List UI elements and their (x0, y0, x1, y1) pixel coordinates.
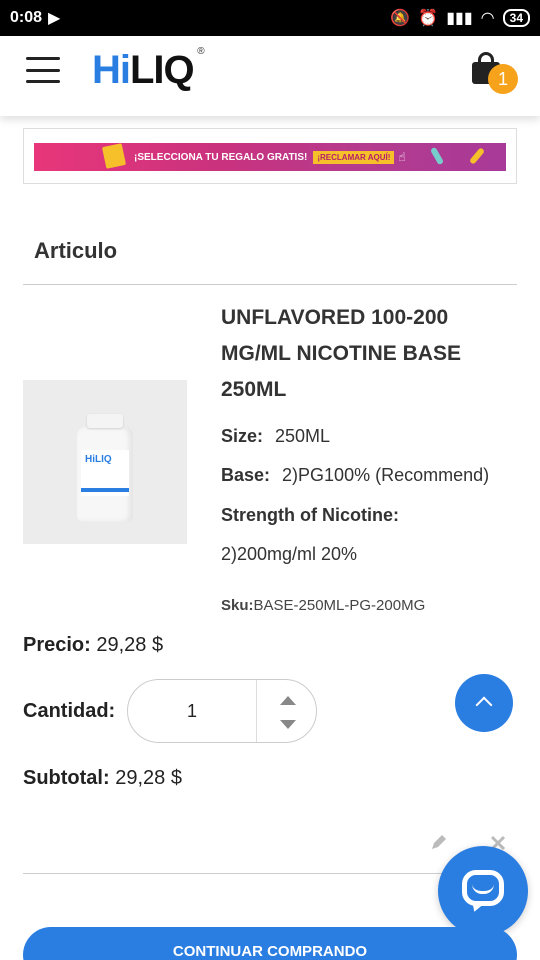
promo-cta[interactable]: ¡RECLAMAR AQUÍ! (313, 150, 395, 164)
status-bar: 0:08 ▶ 🔕 ⏰ ▮▮▮ ◠ 34 (0, 0, 540, 36)
alarm-icon: ⏰ (418, 10, 439, 27)
section-title: Articulo (34, 238, 118, 263)
play-store-icon: ▶ (48, 10, 61, 27)
promo-banner-container: ¡SELECCIONA TU REGALO GRATIS! ¡RECLAMAR … (23, 128, 517, 184)
divider (23, 284, 517, 285)
quantity-input[interactable]: 1 (128, 680, 256, 742)
continue-shopping-button[interactable]: CONTINUAR COMPRANDO (23, 927, 517, 960)
signal-icon: ▮▮▮ (446, 10, 473, 27)
promo-text: ¡SELECCIONA TU REGALO GRATIS! (134, 151, 308, 163)
attr-strength-label: Strength of Nicotine: (221, 505, 399, 525)
subtotal-row: Subtotal: 29,28 $ (23, 767, 182, 789)
attr-size: Size: 250ML (221, 426, 331, 446)
pointer-icon: ☝ (398, 150, 406, 164)
attr-strength-value: 2)200mg/ml 20% (221, 544, 358, 564)
chat-button[interactable] (438, 846, 528, 936)
battery-indicator: 34 (502, 9, 530, 27)
gift-icon (101, 143, 127, 169)
quantity-stepper[interactable]: 1 (127, 679, 317, 743)
app-header: HiLIQ ® 1 (0, 36, 540, 116)
decrement-icon[interactable] (280, 720, 296, 729)
mute-icon: 🔕 (390, 10, 411, 27)
chevron-up-icon (475, 696, 493, 714)
pencil-icon[interactable] (430, 833, 448, 851)
increment-icon[interactable] (280, 696, 296, 705)
product-image[interactable]: HiLIQ (23, 380, 187, 544)
bottle-illustration: HiLIQ (77, 414, 133, 522)
menu-icon[interactable] (26, 57, 60, 83)
cart-button[interactable]: 1 (470, 50, 518, 94)
brand-logo[interactable]: HiLIQ ® (92, 46, 205, 93)
attr-base: Base: 2)PG100% (Recommend) (221, 465, 490, 485)
status-time: 0:08 (10, 9, 43, 26)
status-icons: 🔕 ⏰ ▮▮▮ ◠ 34 (390, 8, 530, 28)
cart-count-badge: 1 (488, 64, 518, 94)
confetti-icon (429, 146, 445, 166)
sku: Sku:BASE-250ML-PG-200MG (221, 597, 426, 614)
promo-banner[interactable]: ¡SELECCIONA TU REGALO GRATIS! ¡RECLAMAR … (34, 143, 506, 171)
scroll-top-button[interactable] (455, 674, 513, 732)
wifi-icon: ◠ (480, 10, 495, 27)
quantity-label: Cantidad: (23, 700, 116, 722)
confetti-icon (468, 147, 486, 165)
product-title[interactable]: UNFLAVORED 100-200 MG/ML NICOTINE BASE 2… (221, 300, 511, 408)
price-row: Precio: 29,28 $ (23, 634, 164, 656)
